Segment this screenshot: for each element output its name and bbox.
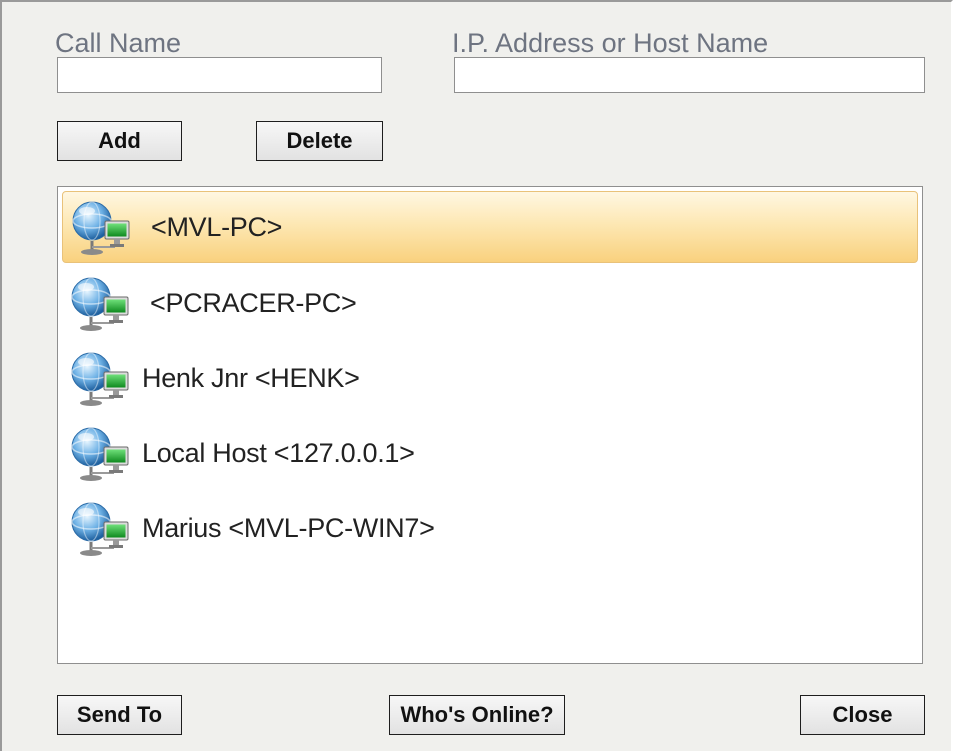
contact-label: Local Host <127.0.0.1> (142, 437, 415, 468)
close-button[interactable]: Close (800, 695, 925, 735)
network-computer-icon (70, 273, 140, 333)
host-name-input[interactable] (454, 57, 925, 93)
network-computer-icon (70, 423, 140, 483)
host-name-label: I.P. Address or Host Name (452, 28, 769, 58)
network-computer-icon (70, 498, 140, 558)
contact-label: <MVL-PC> (151, 211, 283, 242)
list-item[interactable]: Henk Jnr <HENK> (62, 342, 918, 414)
list-item[interactable]: <MVL-PC> (62, 191, 918, 263)
add-button[interactable]: Add (57, 121, 182, 161)
whos-online-button[interactable]: Who's Online? (389, 695, 565, 735)
contact-label: <PCRACER-PC> (150, 287, 357, 318)
list-item[interactable]: Local Host <127.0.0.1> (62, 417, 918, 489)
contacts-list[interactable]: <MVL-PC> <PCRACER-PC> Henk Jnr <HENK> Lo… (57, 186, 923, 664)
call-name-label: Call Name (55, 28, 182, 58)
list-item[interactable]: <PCRACER-PC> (62, 267, 918, 339)
delete-button[interactable]: Delete (256, 121, 383, 161)
network-computer-icon (70, 348, 140, 408)
contacts-dialog: Call Name I.P. Address or Host Name Add … (0, 0, 953, 751)
call-name-input[interactable] (57, 57, 382, 93)
contact-label: Henk Jnr <HENK> (142, 362, 360, 393)
send-to-button[interactable]: Send To (57, 695, 182, 735)
list-item[interactable]: Marius <MVL-PC-WIN7> (62, 492, 918, 564)
network-computer-icon (71, 197, 141, 257)
contact-label: Marius <MVL-PC-WIN7> (142, 512, 435, 543)
